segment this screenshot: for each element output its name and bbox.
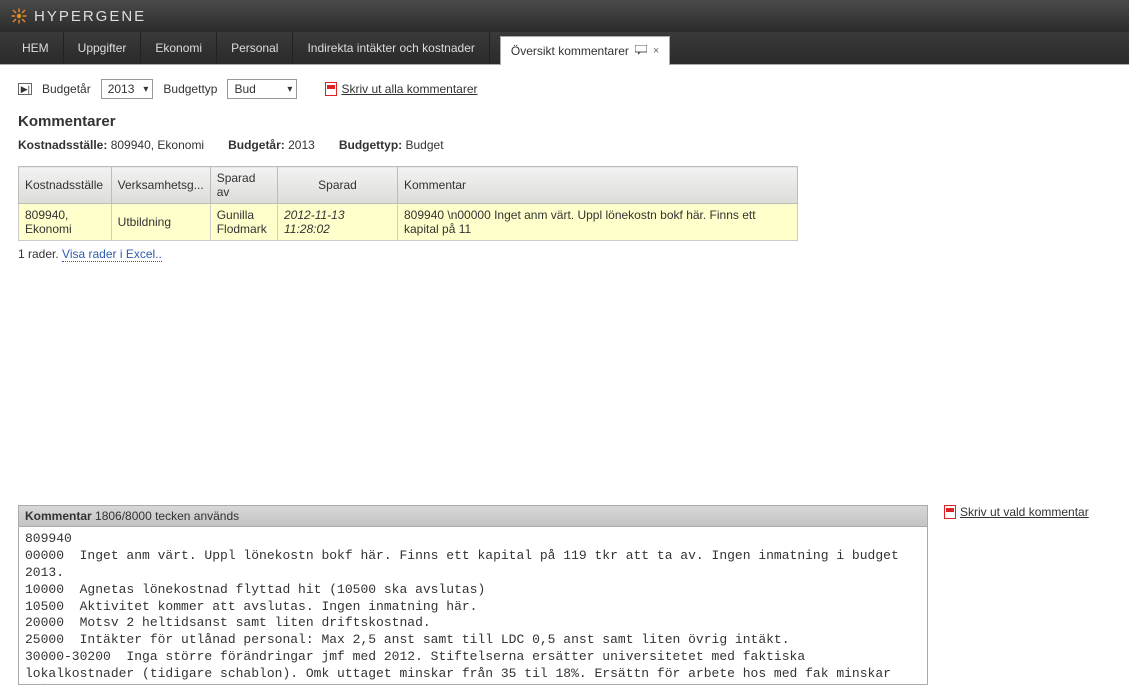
comments-table: Kostnadsställe Verksamhetsg... Sparad av… (18, 166, 798, 241)
comment-header: Kommentar 1806/8000 tecken används (18, 505, 928, 527)
col-verksamhetsg[interactable]: Verksamhetsg... (111, 167, 210, 204)
content-area: ▶| Budgetår 2013 Budgettyp Bud Skriv ut … (0, 65, 1129, 265)
budgettyp-label: Budgettyp (163, 82, 217, 96)
col-sparad-av[interactable]: Sparad av (210, 167, 277, 204)
tab-personal[interactable]: Personal (217, 32, 293, 64)
tab-label: Personal (231, 41, 278, 55)
row-count: 1 rader. (18, 247, 59, 261)
comment-icon (635, 44, 647, 58)
select-value: 2013 (108, 82, 135, 96)
col-kostnadsstalle[interactable]: Kostnadsställe (19, 167, 112, 204)
tab-label: Uppgifter (78, 41, 127, 55)
show-in-excel-link[interactable]: Visa rader i Excel.. (62, 247, 162, 262)
pdf-icon (325, 82, 337, 96)
link-label: Skriv ut alla kommentarer (341, 82, 477, 96)
app-header: HYPERGENE (0, 0, 1129, 32)
cell-kostnad: 809940, Ekonomi (19, 204, 112, 241)
jump-end-icon[interactable]: ▶| (18, 83, 32, 95)
tab-label: Indirekta intäkter och kostnader (307, 41, 474, 55)
tab-hem[interactable]: HEM (8, 32, 64, 64)
cell-sparad: 2012-11-13 11:28:02 (278, 204, 398, 241)
tab-label: HEM (22, 41, 49, 55)
budgetar-label: Budgetår (42, 82, 91, 96)
tab-indirekta[interactable]: Indirekta intäkter och kostnader (293, 32, 489, 64)
tab-uppgifter[interactable]: Uppgifter (64, 32, 142, 64)
tab-oversikt-kommentarer[interactable]: Översikt kommentarer × (500, 36, 670, 65)
filter-toolbar: ▶| Budgetår 2013 Budgettyp Bud Skriv ut … (18, 79, 1111, 99)
table-header-row: Kostnadsställe Verksamhetsg... Sparad av… (19, 167, 798, 204)
comment-header-label: Kommentar (25, 509, 92, 523)
budgettyp-select[interactable]: Bud (227, 79, 297, 99)
pdf-icon (944, 505, 956, 519)
select-value: Bud (234, 82, 255, 96)
cell-sparad-av: Gunilla Flodmark (210, 204, 277, 241)
link-label: Skriv ut vald kommentar (960, 505, 1089, 519)
budgetar-select[interactable]: 2013 (101, 79, 154, 99)
detail-area: Kommentar 1806/8000 tecken används 80994… (0, 505, 1129, 695)
table-row[interactable]: 809940, Ekonomi Utbildning Gunilla Flodm… (19, 204, 798, 241)
meta-budgetar: Budgetår: 2013 (228, 138, 315, 152)
tab-ekonomi[interactable]: Ekonomi (141, 32, 217, 64)
main-tabbar: HEM Uppgifter Ekonomi Personal Indirekta… (0, 32, 1129, 65)
table-footer: 1 rader. Visa rader i Excel.. (18, 247, 1111, 261)
col-kommentar[interactable]: Kommentar (398, 167, 798, 204)
tab-label: Ekonomi (155, 41, 202, 55)
col-sparad[interactable]: Sparad (278, 167, 398, 204)
side-actions: Skriv ut vald kommentar (944, 505, 1089, 685)
comment-body[interactable]: 809940 00000 Inget anm värt. Uppl löneko… (18, 527, 928, 685)
cell-kommentar: 809940 \n00000 Inget anm värt. Uppl löne… (398, 204, 798, 241)
meta-budgettyp: Budgettyp: Budget (339, 138, 444, 152)
meta-kostnad: Kostnadsställe: 809940, Ekonomi (18, 138, 204, 152)
comment-char-count: 1806/8000 tecken används (95, 509, 239, 523)
print-all-button[interactable]: Skriv ut alla kommentarer (325, 82, 477, 96)
logo-icon (10, 7, 28, 25)
print-selected-button[interactable]: Skriv ut vald kommentar (944, 505, 1089, 519)
brand-name: HYPERGENE (34, 8, 146, 25)
tab-label: Översikt kommentarer (511, 44, 629, 58)
page-title: Kommentarer (18, 113, 1111, 130)
comment-pane: Kommentar 1806/8000 tecken används 80994… (18, 505, 928, 685)
cell-verksamhet: Utbildning (111, 204, 210, 241)
close-icon[interactable]: × (653, 45, 659, 57)
meta-row: Kostnadsställe: 809940, Ekonomi Budgetår… (18, 138, 1111, 152)
